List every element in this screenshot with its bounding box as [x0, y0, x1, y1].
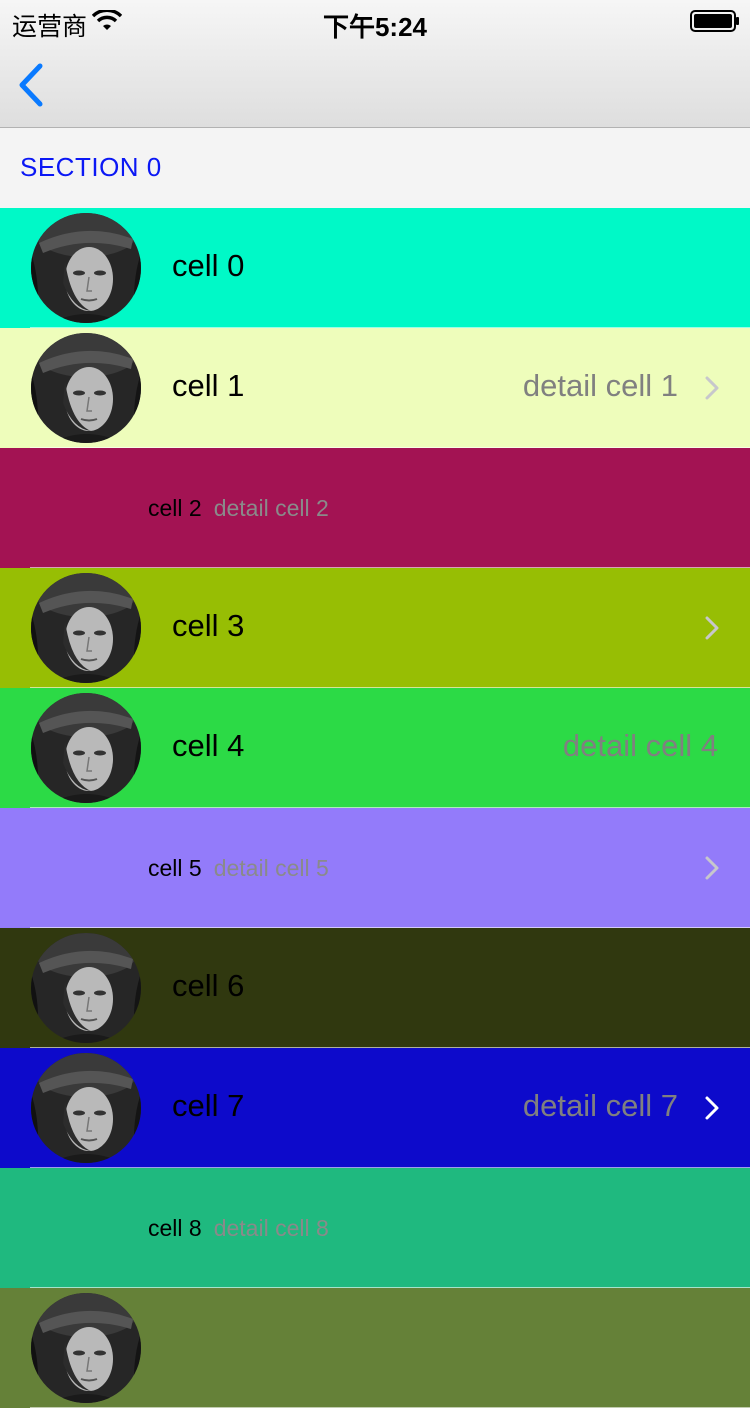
table-cell[interactable]: cell 2 detail cell 2: [0, 448, 750, 568]
table-cell[interactable]: cell 5 detail cell 5: [0, 808, 750, 928]
cell-title: cell 5: [148, 855, 202, 881]
avatar-image: [31, 1293, 141, 1403]
table-cell[interactable]: cell 7 detail cell 7: [0, 1048, 750, 1168]
cell-detail: detail cell 4: [562, 728, 718, 763]
status-time: 下午5:24: [322, 12, 428, 42]
table-cell[interactable]: cell 3: [0, 568, 750, 688]
cell-title: cell 4: [172, 728, 245, 763]
table-cell[interactable]: cell 1 detail cell 1: [0, 328, 750, 448]
table-cell[interactable]: cell 0: [0, 208, 750, 328]
battery-icon: [690, 10, 739, 32]
avatar-image: [31, 333, 141, 443]
cell-title: cell 7: [172, 1088, 245, 1123]
avatar-image: [31, 693, 141, 803]
cell-title: cell 6: [172, 968, 245, 1003]
cell-detail: detail cell 7: [522, 1088, 678, 1123]
navigation-bar: 运营商 下午5:24: [0, 0, 750, 128]
table-view[interactable]: cell 0 cell 1 detail cell 1 cell 2 detail c…: [0, 208, 750, 1408]
chevron-right-icon: [705, 616, 719, 640]
table-cell[interactable]: cell 6: [0, 928, 750, 1048]
cell-title: cell 0: [172, 248, 245, 283]
avatar-image: [31, 573, 141, 683]
cell-title: cell 2: [148, 495, 202, 521]
cell-detail: detail cell 8: [213, 1215, 329, 1241]
back-button[interactable]: [10, 58, 54, 112]
avatar-image: [31, 933, 141, 1043]
cell-detail: detail cell 5: [213, 855, 329, 881]
cell-detail: detail cell 2: [213, 495, 329, 521]
table-cell[interactable]: [0, 1288, 750, 1408]
cell-text-row: cell 8 detail cell 8: [148, 1215, 329, 1242]
section-header: SECTION 0: [0, 128, 750, 208]
chevron-right-icon: [705, 856, 719, 880]
cell-text-row: cell 5 detail cell 5: [148, 855, 329, 882]
section-title: SECTION 0: [20, 152, 162, 182]
table-cell[interactable]: cell 4 detail cell 4: [0, 688, 750, 808]
cell-title: cell 3: [172, 608, 245, 643]
chevron-right-icon: [705, 376, 719, 400]
cell-text-row: cell 2 detail cell 2: [148, 495, 329, 522]
table-cell[interactable]: cell 8 detail cell 8: [0, 1168, 750, 1288]
avatar-image: [31, 1053, 141, 1163]
chevron-right-icon: [705, 1096, 719, 1120]
cell-title: cell 8: [148, 1215, 202, 1241]
cell-title: cell 1: [172, 368, 245, 403]
cell-detail: detail cell 1: [522, 368, 678, 403]
avatar-image: [31, 213, 141, 323]
chevron-left-icon: [19, 63, 43, 107]
